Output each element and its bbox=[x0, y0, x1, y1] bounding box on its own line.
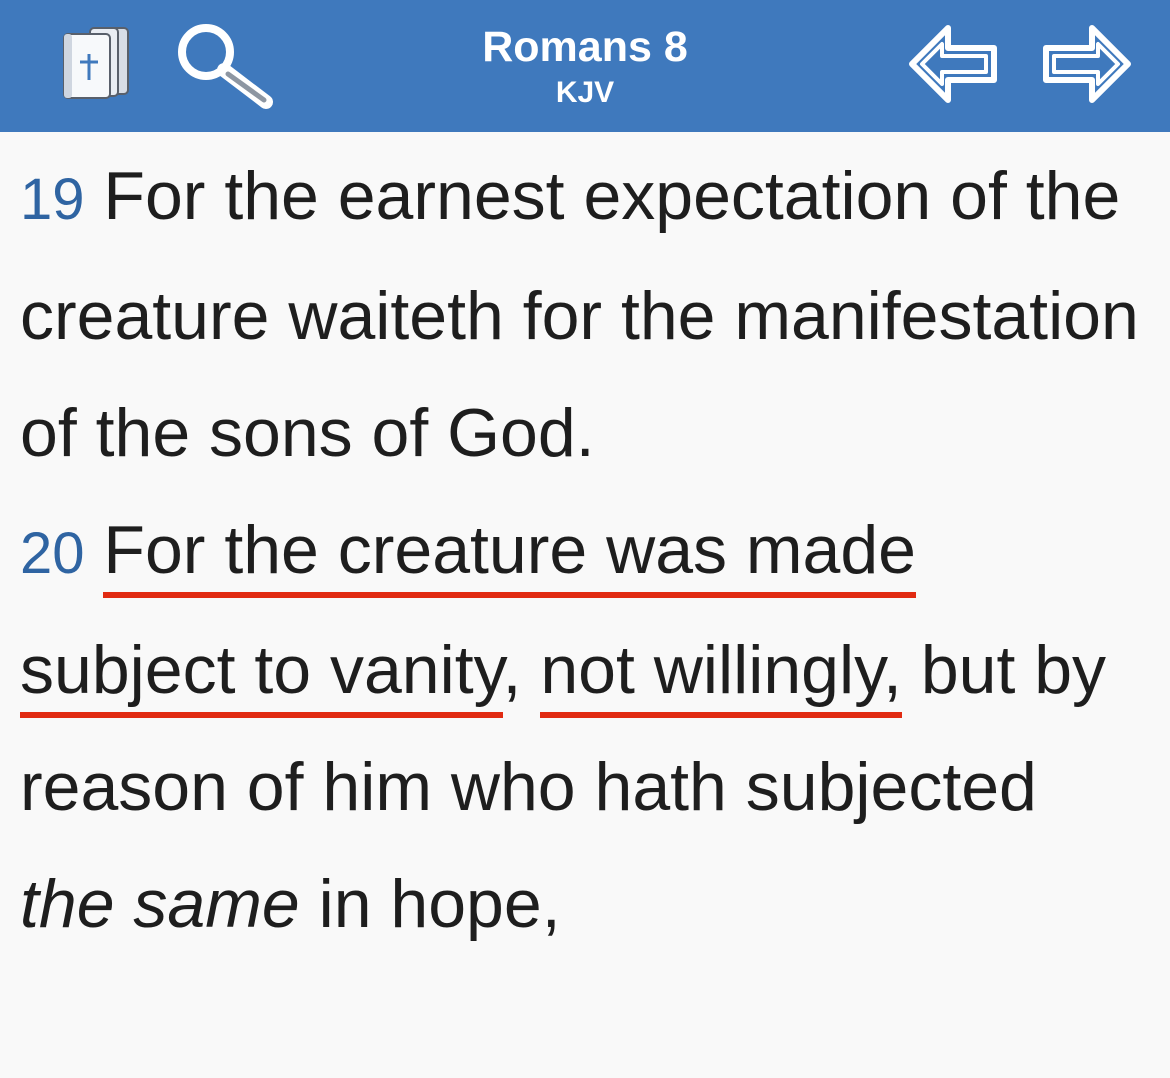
left-arrow-icon[interactable] bbox=[904, 18, 1004, 110]
verse-comma: , bbox=[502, 632, 522, 708]
chapter-title[interactable]: Romans 8 bbox=[385, 20, 785, 74]
verse-text-end: in hope, bbox=[299, 866, 561, 942]
top-navigation-bar: Romans 8 KJV bbox=[0, 0, 1170, 132]
bible-library-icon[interactable] bbox=[56, 18, 152, 102]
verse-space bbox=[521, 632, 540, 708]
verse-number: 19 bbox=[20, 167, 85, 232]
italic-phrase: the same bbox=[20, 866, 300, 942]
chapter-text: 19 For the earnest expectation of the cr… bbox=[20, 138, 1140, 963]
magnifier-search-icon[interactable] bbox=[170, 22, 286, 114]
bible-version[interactable]: KJV bbox=[485, 74, 685, 112]
verse-text: For the earnest expectation of the creat… bbox=[20, 158, 1139, 471]
verse-number: 20 bbox=[20, 521, 85, 586]
verse-20[interactable]: 20 For the creature was made subject to … bbox=[20, 492, 1140, 963]
verse-19[interactable]: 19 For the earnest expectation of the cr… bbox=[20, 138, 1140, 492]
right-arrow-icon[interactable] bbox=[1036, 18, 1136, 110]
underlined-phrase-2: not willingly, bbox=[540, 632, 902, 718]
bible-reader-app: Romans 8 KJV 19 For the earnest expectat… bbox=[0, 0, 1170, 1078]
